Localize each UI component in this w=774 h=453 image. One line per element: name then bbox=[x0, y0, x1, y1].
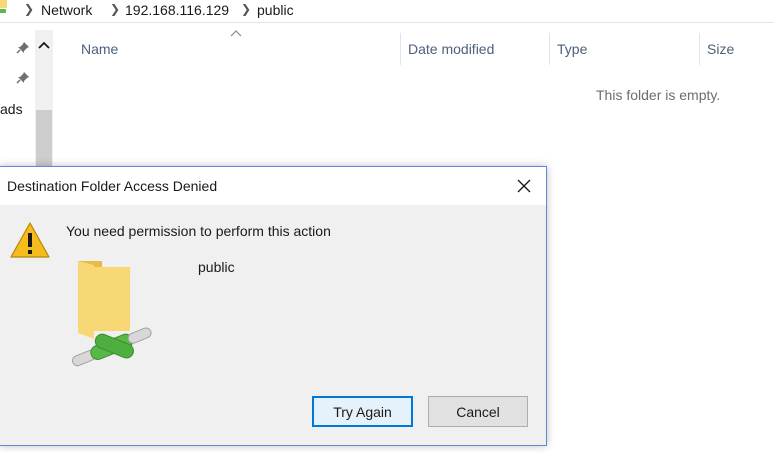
column-divider[interactable] bbox=[400, 33, 401, 65]
dialog-title: Destination Folder Access Denied bbox=[7, 178, 218, 194]
access-denied-dialog: Destination Folder Access Denied You nee… bbox=[0, 166, 547, 446]
address-bar[interactable]: ❯ Network ❯ 192.168.116.129 ❯ public bbox=[0, 0, 774, 23]
pin-icon[interactable] bbox=[16, 41, 30, 55]
network-icon bbox=[0, 0, 7, 13]
breadcrumb-public[interactable]: public bbox=[257, 2, 294, 18]
nav-scrollbar-thumb[interactable] bbox=[36, 110, 52, 170]
dialog-message: You need permission to perform this acti… bbox=[66, 223, 331, 239]
chevron-right-icon[interactable]: ❯ bbox=[24, 2, 34, 16]
folder-name: public bbox=[198, 259, 235, 275]
column-header-name[interactable]: Name bbox=[81, 41, 118, 57]
breadcrumb-host[interactable]: 192.168.116.129 bbox=[125, 2, 229, 18]
pin-icon[interactable] bbox=[16, 71, 30, 85]
cancel-button[interactable]: Cancel bbox=[428, 396, 528, 427]
breadcrumb-network[interactable]: Network bbox=[41, 2, 92, 18]
column-divider[interactable] bbox=[699, 33, 700, 65]
try-again-button[interactable]: Try Again bbox=[312, 396, 413, 427]
empty-folder-message: This folder is empty. bbox=[596, 87, 721, 103]
column-header-size[interactable]: Size bbox=[707, 41, 734, 57]
column-divider[interactable] bbox=[549, 33, 550, 65]
column-header-date-modified[interactable]: Date modified bbox=[408, 41, 494, 57]
network-folder-icon bbox=[71, 261, 152, 367]
scroll-up-icon[interactable] bbox=[36, 38, 52, 54]
dialog-titlebar[interactable]: Destination Folder Access Denied bbox=[0, 167, 546, 205]
nav-item-downloads[interactable]: ads bbox=[0, 101, 23, 117]
close-icon[interactable] bbox=[510, 173, 538, 199]
chevron-right-icon[interactable]: ❯ bbox=[241, 2, 251, 16]
chevron-right-icon[interactable]: ❯ bbox=[110, 2, 120, 16]
sort-up-icon bbox=[230, 30, 242, 37]
warning-icon bbox=[10, 222, 50, 258]
column-header-type[interactable]: Type bbox=[557, 41, 587, 57]
